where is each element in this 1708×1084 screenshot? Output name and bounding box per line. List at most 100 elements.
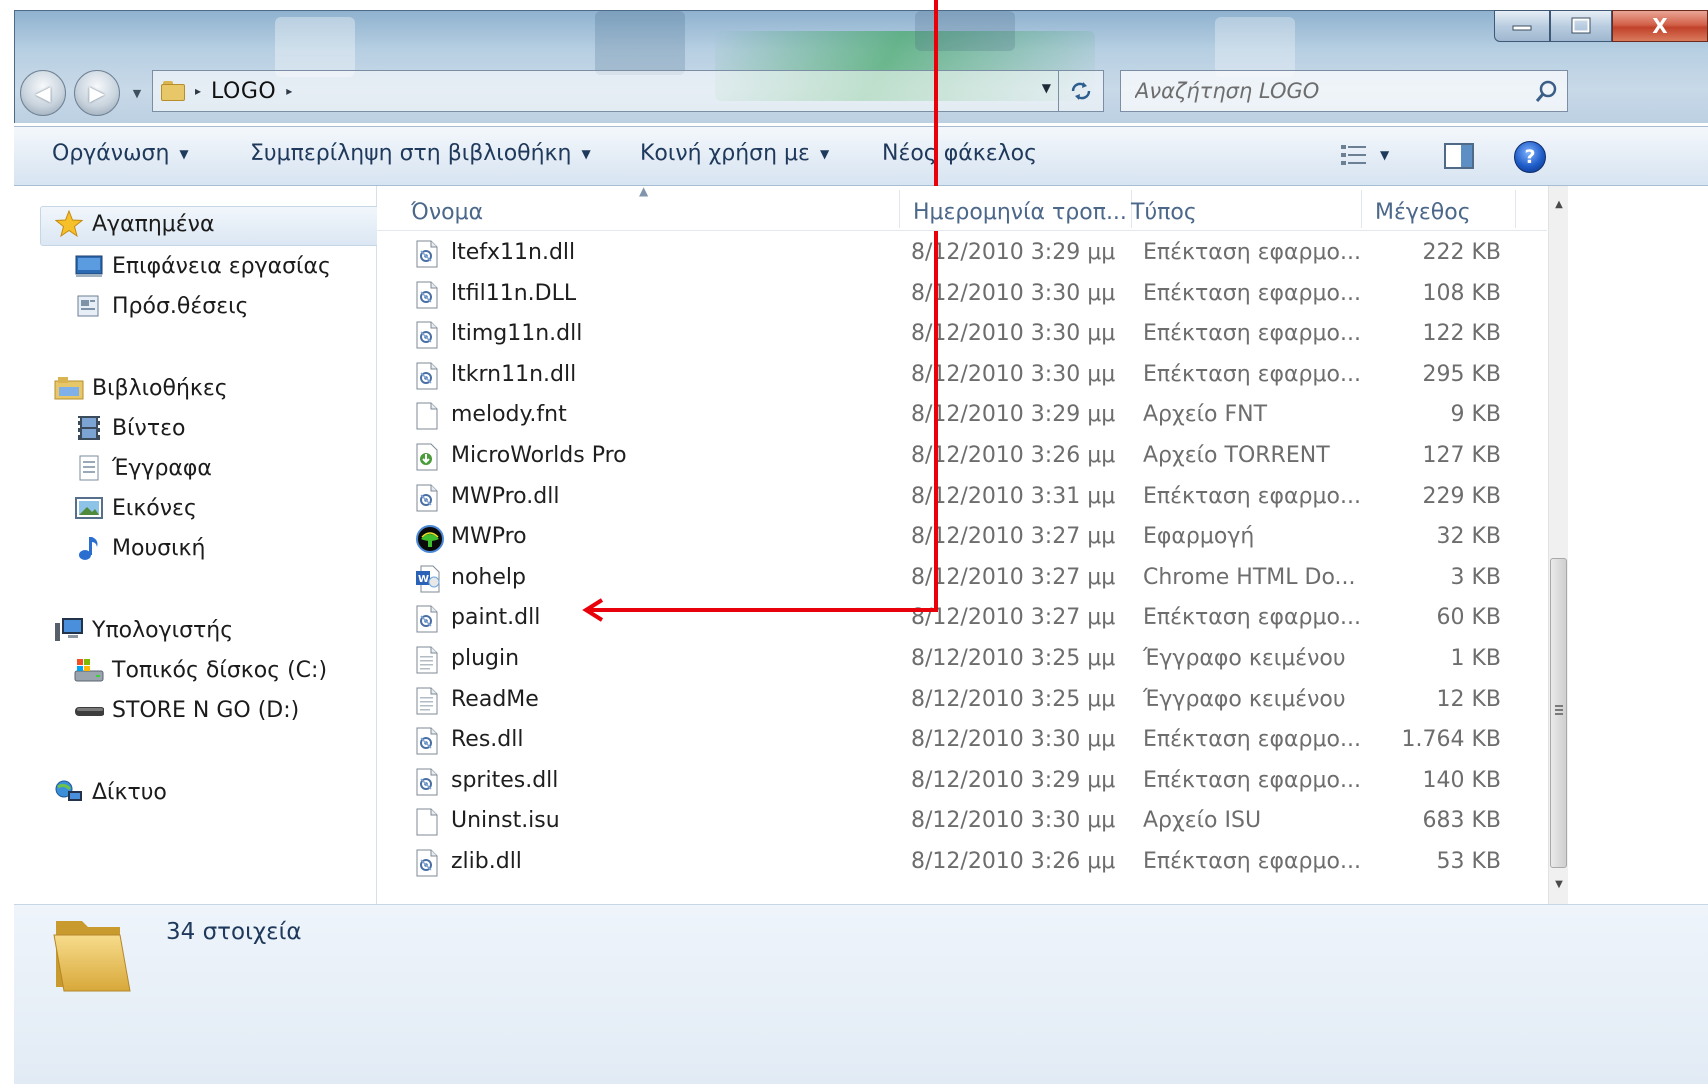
dll-file-icon (415, 362, 441, 390)
column-name[interactable]: Όνομα (411, 200, 483, 225)
close-button[interactable]: X (1612, 10, 1708, 42)
nav-favorites[interactable]: Αγαπημένα (54, 210, 214, 238)
text-file-icon (415, 646, 441, 674)
chevron-down-icon: ▼ (819, 146, 830, 161)
file-size: 60 KB (1436, 605, 1501, 631)
new-folder-button[interactable]: Νέος φάκελος (882, 141, 1037, 166)
file-row[interactable]: zlib.dll 8/12/2010 3:26 μμ Επέκταση εφαρμο… (377, 841, 1547, 881)
file-rows: LTDIS11n.dll8/12/2010 3:29 μμΕπέκταση εφ… (377, 186, 1547, 904)
dll-file-icon (415, 321, 441, 349)
search-icon (1535, 80, 1557, 102)
scroll-up-button[interactable]: ▲ (1549, 194, 1569, 214)
nav-pictures[interactable]: Εικόνες (74, 494, 197, 522)
file-date-modified: 8/12/2010 3:30 μμ (911, 280, 1116, 306)
nav-videos[interactable]: Βίντεο (74, 414, 185, 442)
file-size: 140 KB (1422, 767, 1501, 793)
search-box[interactable] (1120, 70, 1568, 112)
file-row[interactable]: ltefx11n.dll 8/12/2010 3:29 μμ Επέκταση εφ… (377, 232, 1547, 272)
file-row[interactable]: ltkrn11n.dll 8/12/2010 3:30 μμ Επέκταση εφ… (377, 354, 1547, 394)
breadcrumb-separator[interactable]: ▸ (195, 84, 201, 98)
file-row[interactable]: Res.dll 8/12/2010 3:30 μμ Επέκταση εφαρμο.… (377, 719, 1547, 759)
file-name: Res.dll (451, 727, 524, 753)
column-type[interactable]: Τύπος (1131, 200, 1197, 225)
nav-desktop[interactable]: Επιφάνεια εργασίας (74, 252, 331, 280)
nav-store-n-go-d[interactable]: STORE N GO (D:) (74, 696, 299, 724)
navigation-pane: Αγαπημένα Επιφάνεια εργασίας Πρόσ.θέσεις… (14, 186, 384, 904)
file-name: sprites.dll (451, 767, 559, 793)
share-with-button[interactable]: Κοινή χρήση με ▼ (640, 141, 829, 166)
breadcrumb-logo[interactable]: LOGO (211, 79, 276, 104)
file-type: Έγγραφο κειμένου (1143, 686, 1346, 712)
column-date-modified[interactable]: Ημερομηνία τροπ... (913, 200, 1127, 225)
removable-drive-icon (74, 696, 104, 724)
dll-file-icon (415, 281, 441, 309)
forward-button[interactable]: ▶ (74, 70, 120, 116)
file-row[interactable]: Wnohelp 8/12/2010 3:27 μμ Chrome HTML Do..… (377, 557, 1547, 597)
organize-button[interactable]: Οργάνωση ▼ (52, 141, 189, 166)
blank-file-icon (415, 402, 441, 430)
file-date-modified: 8/12/2010 3:31 μμ (911, 483, 1116, 509)
include-in-library-button[interactable]: Συμπερίληψη στη βιβλιοθήκη ▼ (250, 141, 591, 166)
command-bar: Οργάνωση ▼ Συμπερίληψη στη βιβλιοθήκη ▼ Κο… (14, 126, 1708, 186)
file-row[interactable]: ReadMe 8/12/2010 3:25 μμ Έγγραφο κειμένου 1… (377, 679, 1547, 719)
maximize-button[interactable] (1550, 10, 1612, 42)
minimize-button[interactable] (1494, 10, 1550, 42)
nav-network[interactable]: Δίκτυο (54, 778, 167, 806)
file-row[interactable]: MicroWorlds Pro 8/12/2010 3:26 μμ Αρχείο T… (377, 435, 1547, 475)
preview-pane-button[interactable] (1444, 143, 1474, 173)
file-row[interactable]: sprites.dll 8/12/2010 3:29 μμ Επέκταση εφα… (377, 760, 1547, 800)
documents-icon (74, 454, 104, 482)
file-type: Εφαρμογή (1143, 524, 1255, 550)
file-name: nohelp (451, 564, 526, 590)
address-bar[interactable]: ▸ LOGO ▸ ▼ (152, 70, 1104, 112)
column-size[interactable]: Μέγεθος (1375, 200, 1471, 225)
recent-pages-dropdown[interactable]: ▼ (128, 84, 146, 102)
svg-text:W: W (418, 574, 429, 585)
column-header: ▲ Όνομα Ημερομηνία τροπ... Τύπος Μέγεθος (377, 186, 1547, 231)
file-row[interactable]: Uninst.isu 8/12/2010 3:30 μμ Αρχείο ISU 683… (377, 800, 1547, 840)
nav-documents[interactable]: Έγγραφα (74, 454, 212, 482)
nav-recent-places[interactable]: Πρόσ.θέσεις (74, 292, 248, 320)
file-date-modified: 8/12/2010 3:29 μμ (911, 767, 1116, 793)
details-pane: 34 στοιχεία (14, 904, 1708, 1084)
nav-libraries[interactable]: Βιβλιοθήκες (54, 374, 228, 402)
nav-local-disk-c[interactable]: Τοπικός δίσκος (C:) (74, 656, 327, 684)
scroll-down-button[interactable]: ▼ (1549, 874, 1569, 894)
file-row[interactable]: MWPro.dll 8/12/2010 3:31 μμ Επέκταση εφαρμ… (377, 476, 1547, 516)
file-size: 3 KB (1450, 564, 1501, 590)
file-date-modified: 8/12/2010 3:30 μμ (911, 808, 1116, 834)
file-type: Αρχείο ISU (1143, 808, 1262, 834)
file-row[interactable]: ltfil11n.DLL 8/12/2010 3:30 μμ Επέκταση εφ… (377, 273, 1547, 313)
desktop-icon (74, 252, 104, 280)
file-size: 9 KB (1450, 402, 1501, 428)
scroll-thumb[interactable] (1550, 558, 1567, 868)
file-type: Επέκταση εφαρμο... (1143, 767, 1361, 793)
file-row[interactable]: MWPro 8/12/2010 3:27 μμ Εφαρμογή 32 KB (377, 516, 1547, 556)
address-dropdown-icon[interactable]: ▼ (1042, 81, 1051, 95)
refresh-button[interactable] (1058, 71, 1103, 111)
file-name: ltimg11n.dll (451, 321, 583, 347)
chevron-down-icon: ▼ (179, 146, 189, 161)
folder-icon (52, 913, 142, 999)
music-note-icon (74, 534, 104, 562)
chevron-down-icon: ▼ (1380, 148, 1390, 162)
nav-music[interactable]: Μουσική (74, 534, 205, 562)
help-button[interactable]: ? (1514, 141, 1546, 173)
file-row[interactable]: paint.dll 8/12/2010 3:27 μμ Επέκταση εφαρμ… (377, 597, 1547, 637)
vertical-scrollbar[interactable]: ▲ ▼ (1548, 186, 1568, 904)
search-button[interactable] (1527, 79, 1567, 103)
back-button[interactable]: ◀ (20, 70, 66, 116)
file-row[interactable]: plugin 8/12/2010 3:25 μμ Έγγραφο κειμένου 1… (377, 638, 1547, 678)
breadcrumb-separator[interactable]: ▸ (286, 84, 292, 98)
change-view-button[interactable]: ▼ (1340, 143, 1389, 167)
file-row[interactable]: melody.fnt 8/12/2010 3:29 μμ Αρχείο FNT 9 K… (377, 394, 1547, 434)
file-row[interactable]: ltimg11n.dll 8/12/2010 3:30 μμ Επέκταση εφ… (377, 313, 1547, 353)
file-name: Uninst.isu (451, 808, 560, 834)
file-name: melody.fnt (451, 402, 567, 428)
dll-file-icon (415, 768, 441, 796)
search-input[interactable] (1121, 78, 1527, 104)
computer-icon (54, 616, 84, 644)
file-name: ltkrn11n.dll (451, 361, 577, 387)
nav-computer[interactable]: Υπολογιστής (54, 616, 233, 644)
file-type: Αρχείο FNT (1143, 402, 1268, 428)
